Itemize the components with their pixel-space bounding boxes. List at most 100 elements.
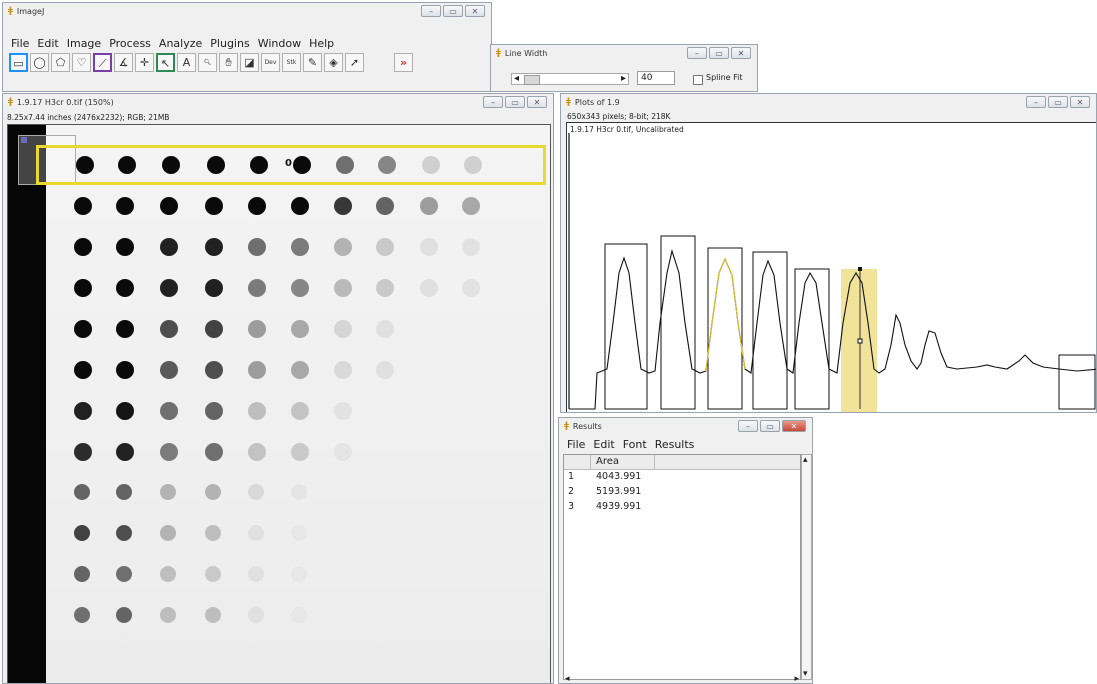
imagej-main-window: ǂ ImageJ – ▭ ✕ File Edit Image Process Analy… bbox=[2, 2, 492, 92]
magnifier-tool-icon[interactable]: 🔍︎ bbox=[198, 53, 217, 72]
color-picker-tool-icon[interactable]: ◪ bbox=[240, 53, 259, 72]
straight-line-tool-icon[interactable]: ⟋ bbox=[93, 53, 112, 72]
plot-area[interactable]: 1.9.17 H3cr 0.tif, Uncalibrated bbox=[566, 122, 1096, 412]
slider-right-arrow-icon[interactable]: ▸ bbox=[621, 73, 626, 84]
spline-fit-checkbox[interactable] bbox=[693, 75, 703, 85]
menu-process[interactable]: Process bbox=[109, 37, 151, 50]
image-window: ǂ 1.9.17 H3cr 0.tif (150%) – ▭ ✕ 8.25x7.… bbox=[2, 93, 554, 684]
slider-left-arrow-icon[interactable]: ◂ bbox=[514, 73, 519, 84]
profile-curve bbox=[569, 248, 1096, 410]
minimize-button[interactable]: – bbox=[687, 47, 707, 59]
imagej-title: ImageJ bbox=[16, 6, 45, 16]
blot-dot bbox=[462, 238, 480, 256]
minimize-button[interactable]: – bbox=[421, 5, 441, 17]
blot-dot bbox=[291, 320, 309, 338]
blot-dot bbox=[291, 279, 309, 297]
scroll-left-arrow-icon[interactable]: ◂ bbox=[565, 674, 570, 683]
blot-dot bbox=[334, 238, 352, 256]
blot-dot bbox=[74, 197, 92, 215]
results-horizontal-scrollbar[interactable]: ◂ ▸ bbox=[563, 674, 801, 683]
results-vertical-scrollbar[interactable]: ▴ ▾ bbox=[801, 454, 812, 680]
blot-dot bbox=[160, 566, 176, 582]
maximize-button[interactable]: ▭ bbox=[443, 5, 463, 17]
results-menu-edit[interactable]: Edit bbox=[593, 438, 614, 451]
stacks-menu-tool-icon[interactable]: Stk bbox=[282, 53, 301, 72]
blot-dot bbox=[248, 238, 266, 256]
developer-menu-tool-icon[interactable]: Dev bbox=[261, 53, 280, 72]
imagej-title-bar: ǂ ImageJ bbox=[3, 3, 491, 19]
menu-analyze[interactable]: Analyze bbox=[159, 37, 202, 50]
blot-dot bbox=[74, 320, 92, 338]
point-tool-icon[interactable]: ✛ bbox=[135, 53, 154, 72]
row-number: 3 bbox=[568, 501, 575, 512]
close-button[interactable]: ✕ bbox=[527, 96, 547, 108]
menu-help[interactable]: Help bbox=[309, 37, 334, 50]
maximize-button[interactable]: ▭ bbox=[1048, 96, 1068, 108]
arrow-tool-icon[interactable]: ➚ bbox=[345, 53, 364, 72]
results-menu-font[interactable]: Font bbox=[623, 438, 647, 451]
table-row[interactable]: 1 4043.991 bbox=[564, 471, 800, 486]
line-width-value-field[interactable]: 40 bbox=[637, 71, 675, 85]
blot-dot bbox=[291, 238, 309, 256]
peak-selection-handle-top[interactable] bbox=[858, 267, 862, 271]
wand-tool-icon[interactable]: ↖ bbox=[156, 53, 175, 72]
scroll-right-arrow-icon[interactable]: ▸ bbox=[794, 674, 799, 683]
area-value: 4043.991 bbox=[596, 471, 642, 482]
close-button[interactable]: ✕ bbox=[1070, 96, 1090, 108]
brush-tool-icon[interactable]: ✎ bbox=[303, 53, 322, 72]
imagej-toolbar: ▭ ◯ ⬠ ♡ ⟋ ∡ ✛ ↖ A 🔍︎ ✋︎ ◪ Dev Stk ✎ ◈ ➚ » bbox=[9, 53, 413, 72]
blot-dot bbox=[248, 443, 266, 461]
maximize-button[interactable]: ▭ bbox=[709, 47, 729, 59]
table-row[interactable]: 3 4939.991 bbox=[564, 501, 800, 516]
blot-dot bbox=[205, 484, 221, 500]
menu-edit[interactable]: Edit bbox=[37, 37, 58, 50]
maximize-button[interactable]: ▭ bbox=[505, 96, 525, 108]
blot-dot bbox=[116, 525, 132, 541]
blot-dot bbox=[116, 279, 134, 297]
maximize-button[interactable]: ▭ bbox=[760, 420, 780, 432]
peak-selection-handle-mid[interactable] bbox=[857, 338, 863, 344]
scroll-down-arrow-icon[interactable]: ▾ bbox=[803, 669, 808, 679]
menu-file[interactable]: File bbox=[11, 37, 29, 50]
polygon-tool-icon[interactable]: ⬠ bbox=[51, 53, 70, 72]
hand-tool-icon[interactable]: ✋︎ bbox=[219, 53, 238, 72]
menu-window[interactable]: Window bbox=[258, 37, 301, 50]
blot-dot bbox=[376, 320, 394, 338]
flood-fill-tool-icon[interactable]: ◈ bbox=[324, 53, 343, 72]
table-row[interactable]: 2 5193.991 bbox=[564, 486, 800, 501]
slider-thumb[interactable] bbox=[524, 75, 540, 85]
blot-dot bbox=[376, 279, 394, 297]
menu-image[interactable]: Image bbox=[67, 37, 101, 50]
blot-dot bbox=[291, 361, 309, 379]
area-column-header[interactable]: Area bbox=[596, 456, 619, 467]
close-button[interactable]: ✕ bbox=[782, 420, 806, 432]
blot-dot bbox=[376, 238, 394, 256]
menu-plugins[interactable]: Plugins bbox=[210, 37, 249, 50]
blot-dot bbox=[74, 361, 92, 379]
rectangle-tool-icon[interactable]: ▭ bbox=[9, 53, 28, 72]
results-window-controls: – ▭ ✕ bbox=[738, 420, 806, 432]
blot-dot bbox=[334, 320, 352, 338]
more-tools-icon[interactable]: » bbox=[394, 53, 413, 72]
blot-dot bbox=[160, 320, 178, 338]
area-value: 4939.991 bbox=[596, 501, 642, 512]
blot-dot bbox=[74, 607, 90, 623]
results-menu-file[interactable]: File bbox=[567, 438, 585, 451]
scroll-up-arrow-icon[interactable]: ▴ bbox=[803, 455, 808, 465]
freehand-tool-icon[interactable]: ♡ bbox=[72, 53, 91, 72]
angle-tool-icon[interactable]: ∡ bbox=[114, 53, 133, 72]
minimize-button[interactable]: – bbox=[1026, 96, 1046, 108]
text-tool-icon[interactable]: A bbox=[177, 53, 196, 72]
blot-dot bbox=[205, 525, 221, 541]
minimize-button[interactable]: – bbox=[483, 96, 503, 108]
minimize-button[interactable]: – bbox=[738, 420, 758, 432]
results-menu-results[interactable]: Results bbox=[655, 438, 695, 451]
blot-dot bbox=[205, 566, 221, 582]
image-canvas[interactable]: 0 bbox=[7, 124, 551, 683]
image-window-microscope-icon: ǂ bbox=[8, 97, 13, 107]
oval-tool-icon[interactable]: ◯ bbox=[30, 53, 49, 72]
close-button[interactable]: ✕ bbox=[465, 5, 485, 17]
close-button[interactable]: ✕ bbox=[731, 47, 751, 59]
line-width-slider[interactable]: ◂ ▸ bbox=[511, 73, 629, 85]
blot-dot bbox=[248, 197, 266, 215]
